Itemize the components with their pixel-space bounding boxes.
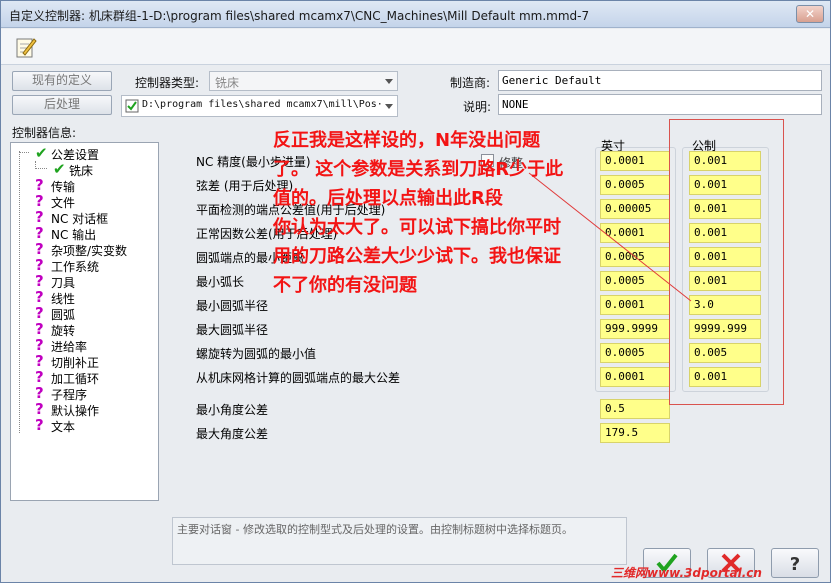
help-button[interactable]: ? (771, 548, 819, 578)
annotation-line: 用的刀路公差大少少试下。我也保证 (273, 246, 561, 267)
help-question-icon: ? (790, 554, 800, 575)
annotation-line: 值的。后处理以点输出此R段 (273, 188, 503, 209)
annotation-line: 你认为太大了。可以试下搞比你平时 (273, 217, 561, 238)
annotation-line: 反正我是这样设的，N年没出问题 (273, 130, 541, 151)
status-hint: 主要对话窗 - 修改选取的控制型式及后处理的设置。由控制标题树中选择标题页。 (172, 517, 627, 565)
dialog-window: 自定义控制器: 机床群组-1-D:\program files\shared m… (0, 0, 831, 583)
watermark: 三维网www.3dportal.cn (611, 566, 762, 580)
svg-text:?: ? (790, 554, 800, 575)
annotation-line: 了。 这个参数是关系到刀路R少于此 (273, 159, 564, 180)
annotation-line: 不了你的有没问题 (273, 275, 417, 296)
